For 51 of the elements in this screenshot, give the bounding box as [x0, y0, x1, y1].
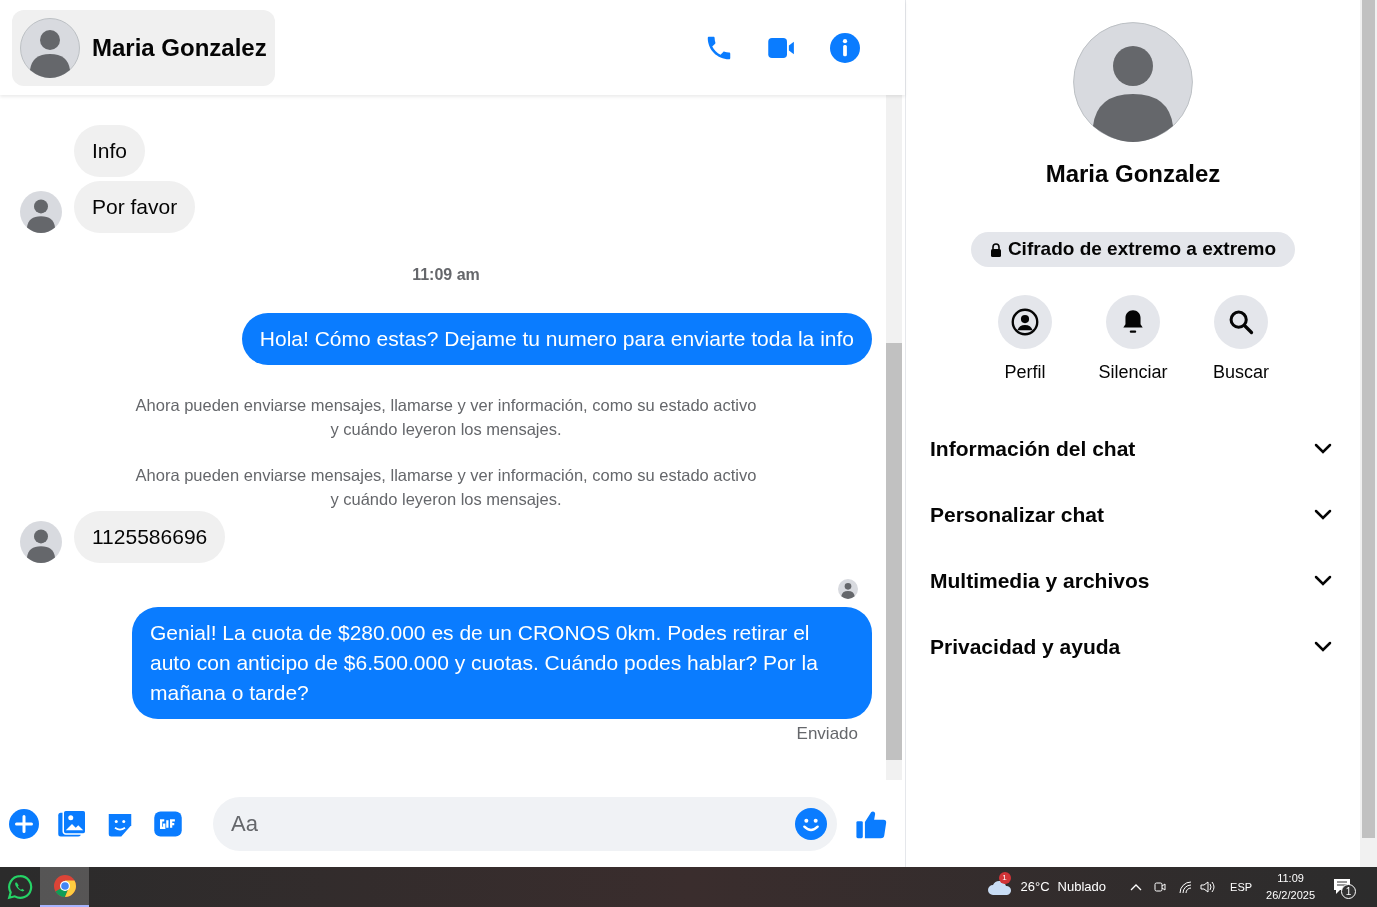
plus-icon[interactable] — [9, 808, 39, 839]
language-indicator[interactable]: ESP — [1230, 878, 1253, 896]
encryption-badge[interactable]: Cifrado de extremo a extremo — [970, 232, 1296, 267]
action-label: Silenciar — [1098, 361, 1168, 384]
page-scrollbar[interactable] — [1360, 0, 1377, 867]
browser-icon — [52, 874, 77, 898]
section-header[interactable]: Información del chat — [930, 416, 1332, 482]
action-label: Buscar — [1213, 361, 1269, 384]
smiley-icon[interactable] — [795, 807, 827, 840]
search-action-button[interactable] — [1214, 295, 1268, 349]
delivery-status: Enviado — [796, 723, 858, 745]
sender-avatar-icon — [20, 191, 62, 233]
weather-text: Nublado — [1057, 878, 1107, 897]
notification-count: 1 — [1341, 884, 1356, 899]
info-icon[interactable] — [830, 32, 860, 63]
speaker-icon[interactable] — [1200, 880, 1217, 894]
system-notice: Ahora pueden enviarse mensajes, llamarse y ver información, como su estado activo y cuándo leyeron los mensajes. — [134, 465, 758, 510]
mute-action-button[interactable] — [1106, 295, 1160, 349]
outgoing-message: Genial! La cuota de $280.000 es de un CRONOS 0km. Podes retirar el auto con anticipo de $6.500.000 y cuotas. Cuándo podes hablar? Por la mañana o tarde? — [132, 607, 872, 719]
sender-avatar-icon — [20, 521, 62, 563]
profile-name: Maria Gonzalez — [1045, 159, 1221, 189]
cloud-icon — [986, 878, 1013, 896]
photo-icon[interactable] — [57, 808, 87, 839]
incoming-message: Info — [74, 125, 146, 177]
profile-action-button[interactable] — [998, 295, 1052, 349]
incoming-message: Por favor — [74, 181, 196, 233]
incoming-message: 1125586696 — [74, 511, 226, 563]
chevron-up-icon[interactable] — [1130, 883, 1143, 891]
profile-avatar-icon — [1073, 22, 1193, 142]
read-receipt-icon — [838, 579, 858, 599]
outgoing-message: Hola! Cómo estas? Dejame tu numero para enviarte toda la info — [241, 313, 872, 365]
person-icon — [1011, 308, 1039, 336]
action-label: Perfil — [1004, 361, 1046, 384]
section-header[interactable]: Personalizar chat — [930, 482, 1332, 548]
camera-icon[interactable] — [1154, 879, 1167, 895]
temperature: 26°C — [1020, 878, 1050, 897]
lock-icon — [989, 242, 1002, 257]
system-notice: Ahora pueden enviarse mensajes, llamarse y ver información, como su estado activo y cuándo leyeron los mensajes. — [134, 395, 758, 440]
message-field[interactable]: Aa — [213, 796, 837, 851]
timestamp: 11:09 am — [412, 265, 480, 285]
section-header[interactable]: Privacidad y ayuda — [930, 614, 1332, 680]
chat-bubble-icon[interactable] — [7, 874, 33, 900]
message-input[interactable]: Aa — [231, 807, 795, 840]
avatar-icon — [20, 17, 80, 78]
search-icon — [1227, 308, 1255, 336]
notification-badge: 1 — [998, 872, 1011, 884]
clock[interactable]: 11:09 26/2/2025 — [1266, 870, 1315, 904]
section-header[interactable]: Multimedia y archivos — [930, 548, 1332, 614]
scrollbar[interactable] — [886, 95, 902, 780]
contact-button[interactable]: Maria Gonzalez — [12, 9, 275, 86]
browser-taskbar-button[interactable] — [40, 867, 89, 907]
